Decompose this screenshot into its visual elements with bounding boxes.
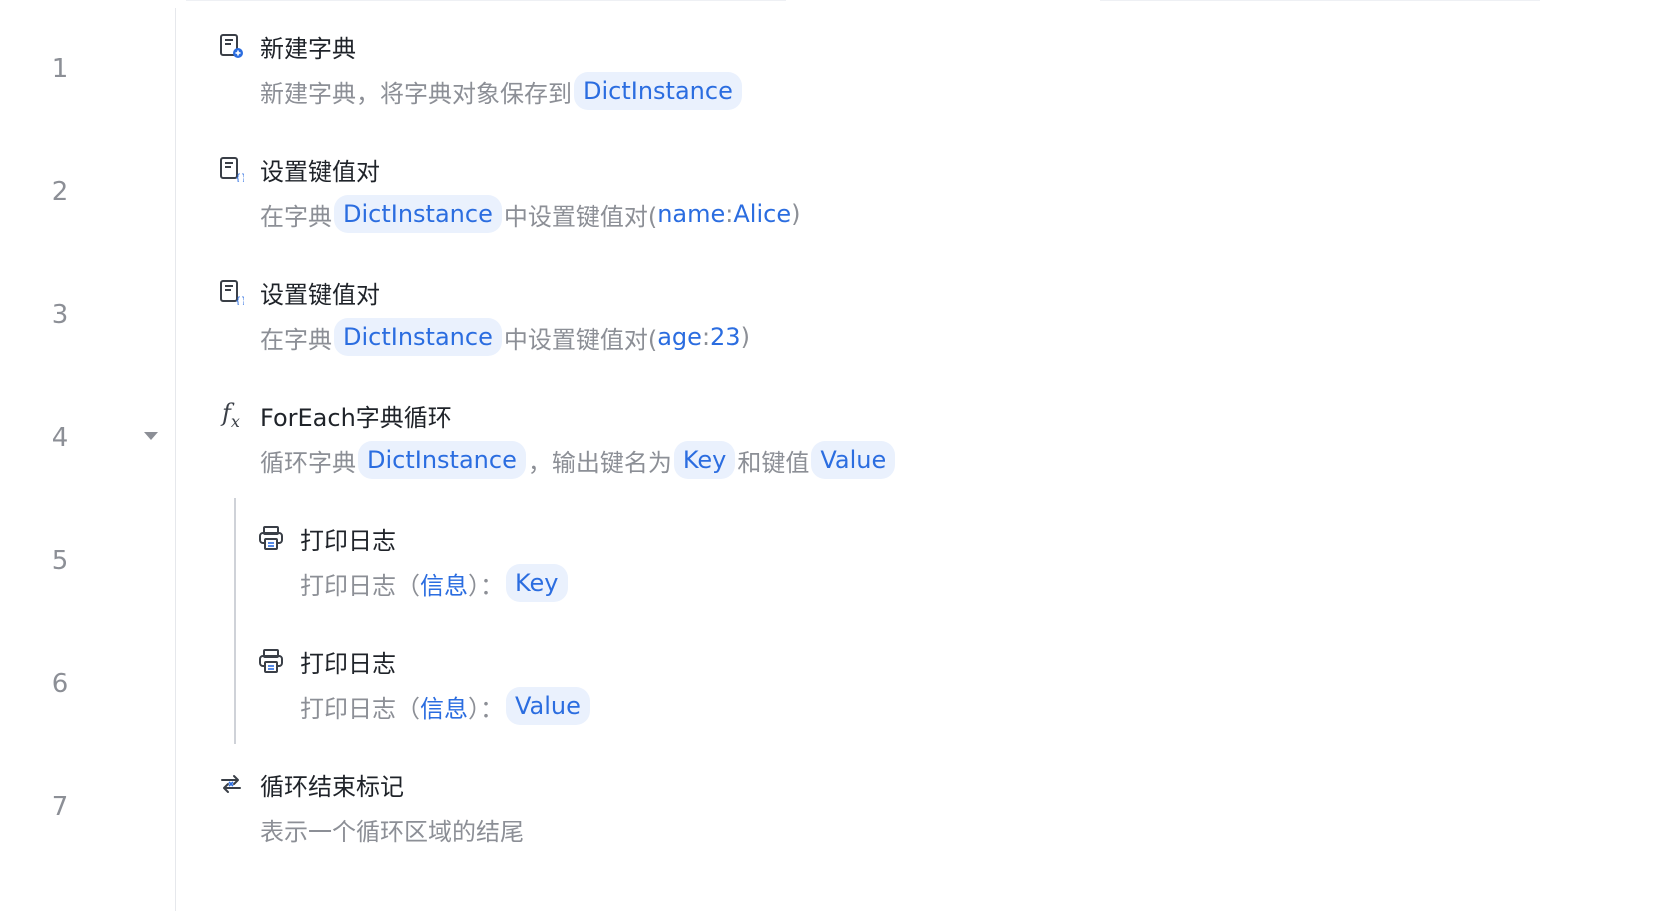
desc-text: 在字典: [260, 325, 332, 354]
desc-text: ）：: [468, 694, 504, 723]
desc-text: 中设置键值对(: [503, 325, 658, 354]
step-title: 设置键值对: [260, 157, 380, 186]
line-number: 3: [51, 300, 69, 330]
flow-editor: 1 2 3 4 5 6 7 新建字典 新建字典，将字典对象保存到 DictIns…: [0, 0, 1659, 911]
fx-symbol: f: [222, 398, 231, 427]
top-divider: [186, 0, 786, 1]
desc-text: 和键值: [737, 448, 810, 477]
step-description: 在字典 DictInstance 中设置键值对( name : Alice ): [260, 194, 800, 234]
step-new-dictionary[interactable]: 新建字典 新建字典，将字典对象保存到 DictInstance: [216, 29, 744, 111]
variable-chip[interactable]: Value: [506, 687, 590, 725]
variable-chip[interactable]: Key: [673, 441, 736, 479]
key-literal: name: [657, 200, 726, 228]
function-fx-icon: fx: [216, 400, 246, 430]
value-literal: Alice: [733, 200, 792, 228]
step-description: 打印日志（ 信息 ）： Value: [300, 686, 592, 726]
desc-text: 中设置键值对(: [503, 202, 658, 231]
dictionary-set-icon: {}: [216, 277, 246, 307]
line-number: 7: [51, 792, 69, 822]
dictionary-set-icon: {}: [216, 154, 246, 184]
line-number: 6: [51, 669, 69, 699]
desc-text: 新建字典，将字典对象保存到: [260, 79, 572, 108]
step-title: 循环结束标记: [260, 772, 404, 801]
step-print-log[interactable]: 打印日志 打印日志（ 信息 ）： Value: [256, 644, 592, 726]
desc-text: ): [740, 323, 750, 351]
printer-icon: [256, 523, 286, 553]
loop-body-guide: [234, 498, 236, 744]
line-number: 1: [51, 54, 69, 84]
step-title: 打印日志: [300, 526, 396, 555]
step-foreach-dictionary[interactable]: fx ForEach字典循环 循环字典 DictInstance ，输出键名为 …: [216, 398, 897, 480]
step-description: 在字典 DictInstance 中设置键值对( age : 23 ): [260, 317, 750, 357]
variable-chip[interactable]: DictInstance: [334, 195, 502, 233]
desc-text: 循环字典: [260, 448, 356, 477]
top-divider: [1100, 0, 1540, 1]
printer-icon: [256, 646, 286, 676]
desc-text: ): [791, 200, 801, 228]
step-print-log[interactable]: 打印日志 打印日志（ 信息 ）： Key: [256, 521, 570, 603]
variable-chip[interactable]: Value: [811, 441, 896, 479]
fx-subscript: x: [230, 411, 240, 431]
gutter-divider: [175, 8, 176, 911]
desc-text: :: [701, 323, 711, 351]
desc-text: :: [725, 200, 734, 228]
line-number: 2: [51, 177, 69, 207]
step-loop-end[interactable]: 循环结束标记 表示一个循环区域的结尾: [216, 767, 524, 849]
desc-text: 表示一个循环区域的结尾: [260, 817, 524, 846]
step-description: 打印日志（ 信息 ）： Key: [300, 563, 570, 603]
step-description: 表示一个循环区域的结尾: [260, 809, 524, 849]
collapse-toggle-icon[interactable]: [144, 432, 158, 440]
step-title: 打印日志: [300, 649, 396, 678]
step-set-key-value[interactable]: {} 设置键值对 在字典 DictInstance 中设置键值对( name :…: [216, 152, 800, 234]
step-title: 新建字典: [260, 34, 356, 63]
value-literal: 23: [710, 323, 741, 351]
dictionary-add-icon: [216, 31, 246, 61]
desc-text: 打印日志（: [300, 694, 420, 723]
param-name: 信息: [420, 694, 468, 723]
desc-text: ，输出键名为: [527, 448, 672, 477]
step-set-key-value[interactable]: {} 设置键值对 在字典 DictInstance 中设置键值对( age : …: [216, 275, 750, 357]
variable-chip[interactable]: Key: [506, 564, 568, 602]
line-number: 4: [51, 423, 69, 453]
variable-chip[interactable]: DictInstance: [574, 72, 742, 110]
desc-text: 在字典: [260, 202, 332, 231]
loop-end-icon: [216, 769, 246, 799]
step-title: 设置键值对: [260, 280, 380, 309]
step-description: 循环字典 DictInstance ，输出键名为 Key 和键值 Value: [260, 440, 897, 480]
variable-chip[interactable]: DictInstance: [358, 441, 526, 479]
svg-text:{}: {}: [235, 173, 244, 182]
desc-text: 打印日志（: [300, 571, 420, 600]
param-name: 信息: [420, 571, 468, 600]
step-title: ForEach字典循环: [260, 403, 452, 432]
svg-text:{}: {}: [235, 296, 244, 305]
step-description: 新建字典，将字典对象保存到 DictInstance: [260, 71, 744, 111]
key-literal: age: [657, 323, 702, 351]
line-number: 5: [51, 546, 69, 576]
variable-chip[interactable]: DictInstance: [334, 318, 502, 356]
desc-text: ）：: [468, 571, 504, 600]
